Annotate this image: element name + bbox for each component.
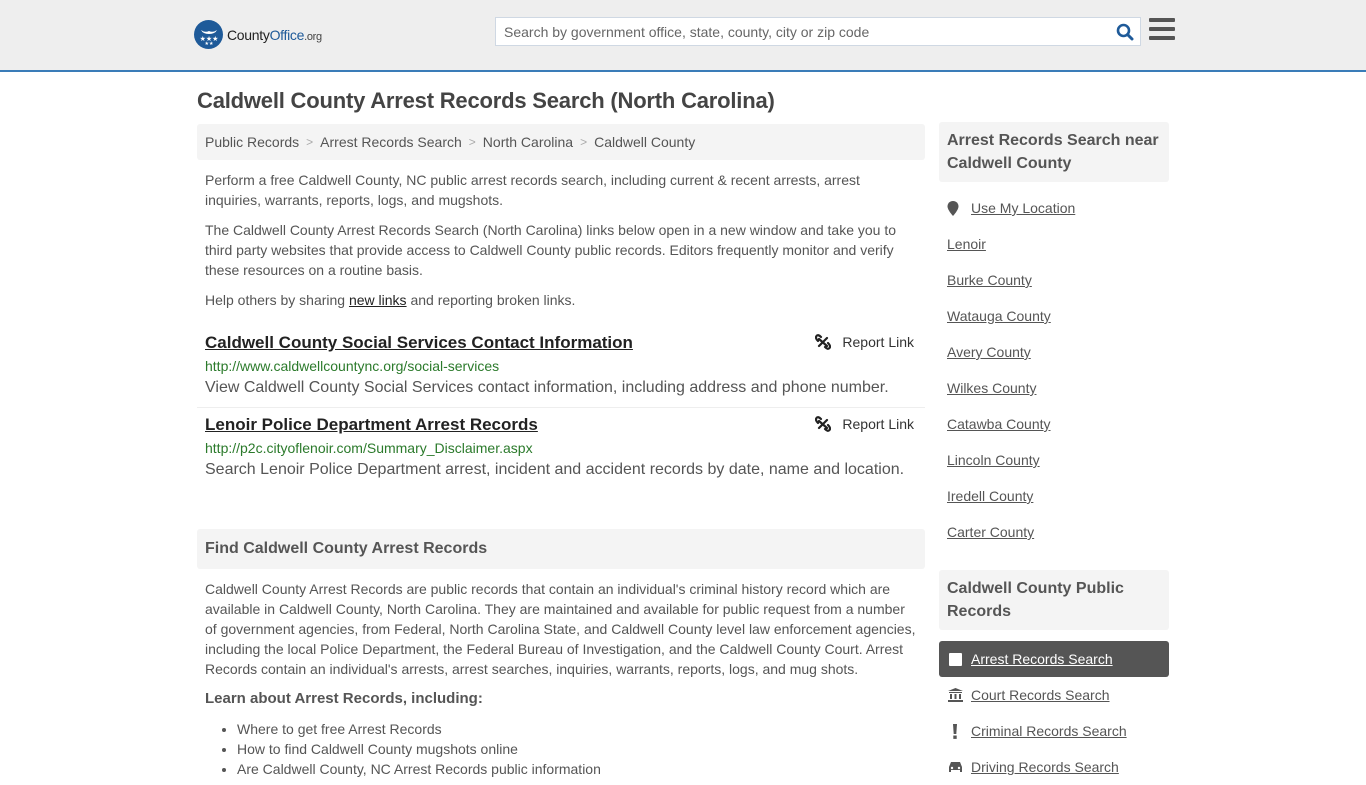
use-my-location-item: Use My Location bbox=[947, 190, 1161, 226]
nav-item-driving-records[interactable]: Driving Records Search bbox=[939, 749, 1169, 785]
nearby-item: Burke County bbox=[947, 262, 1161, 298]
report-link-button[interactable]: Report Link bbox=[815, 334, 914, 350]
learn-item: Where to get free Arrest Records bbox=[237, 719, 925, 739]
breadcrumb-public-records[interactable]: Public Records bbox=[205, 134, 299, 150]
chevron-right-icon: > bbox=[468, 135, 476, 149]
find-records-body: Caldwell County Arrest Records are publi… bbox=[205, 581, 916, 677]
site-logo[interactable]: ★★★ ★★ CountyOffice.org bbox=[194, 20, 322, 49]
nearby-item: Lincoln County bbox=[947, 442, 1161, 478]
nearby-item: Lenoir bbox=[947, 226, 1161, 262]
car-icon bbox=[947, 761, 963, 774]
nearby-list: Use My Location Lenoir Burke County Wata… bbox=[939, 190, 1169, 550]
report-link-button[interactable]: Report Link bbox=[815, 416, 914, 432]
site-header: ★★★ ★★ CountyOffice.org bbox=[0, 0, 1366, 72]
nav-item-court-records[interactable]: Court Records Search bbox=[939, 677, 1169, 713]
learn-item: How to find Caldwell County mugshots onl… bbox=[237, 739, 925, 759]
nearby-item: Carter County bbox=[947, 514, 1161, 550]
nearby-item: Iredell County bbox=[947, 478, 1161, 514]
intro-paragraph-3: Help others by sharing new links and rep… bbox=[205, 292, 576, 308]
chevron-right-icon: > bbox=[580, 135, 588, 149]
intro-text: Perform a free Caldwell County, NC publi… bbox=[197, 170, 925, 310]
intro-paragraph-1: Perform a free Caldwell County, NC publi… bbox=[205, 172, 860, 208]
broken-link-icon bbox=[815, 416, 832, 432]
svg-text:★★: ★★ bbox=[204, 41, 213, 46]
nearby-heading: Arrest Records Search near Caldwell Coun… bbox=[939, 122, 1169, 182]
result-title-link[interactable]: Lenoir Police Department Arrest Records bbox=[205, 414, 538, 436]
broken-link-icon bbox=[815, 334, 832, 350]
nearby-link-avery-county[interactable]: Avery County bbox=[947, 344, 1031, 360]
search-input[interactable] bbox=[496, 18, 1110, 45]
learn-item: Are Caldwell County, NC Arrest Records p… bbox=[237, 759, 925, 779]
breadcrumb-caldwell-county[interactable]: Caldwell County bbox=[594, 134, 695, 150]
nearby-link-carter-county[interactable]: Carter County bbox=[947, 524, 1034, 540]
find-records-heading: Find Caldwell County Arrest Records bbox=[197, 529, 925, 569]
nearby-item: Catawba County bbox=[947, 406, 1161, 442]
page-title: Caldwell County Arrest Records Search (N… bbox=[197, 88, 775, 113]
result-item: Lenoir Police Department Arrest Records … bbox=[197, 408, 925, 489]
breadcrumb-north-carolina[interactable]: North Carolina bbox=[483, 134, 573, 150]
result-url: http://www.caldwellcountync.org/social-s… bbox=[205, 358, 500, 374]
search-button[interactable] bbox=[1110, 18, 1140, 45]
nearby-link-lincoln-county[interactable]: Lincoln County bbox=[947, 452, 1040, 468]
nearby-item: Watauga County bbox=[947, 298, 1161, 334]
nearby-link-watauga-county[interactable]: Watauga County bbox=[947, 308, 1051, 324]
search-box bbox=[495, 17, 1141, 46]
new-links-link[interactable]: new links bbox=[349, 292, 407, 308]
breadcrumb-arrest-records-search[interactable]: Arrest Records Search bbox=[320, 134, 462, 150]
public-records-nav: Arrest Records Search Court Records Sear… bbox=[939, 641, 1169, 785]
map-marker-icon bbox=[947, 200, 963, 216]
result-item: Caldwell County Social Services Contact … bbox=[197, 326, 925, 408]
logo-text: CountyOffice.org bbox=[227, 26, 322, 43]
result-title-link[interactable]: Caldwell County Social Services Contact … bbox=[205, 332, 633, 354]
nearby-item: Wilkes County bbox=[947, 370, 1161, 406]
result-description: View Caldwell County Social Services con… bbox=[205, 379, 889, 396]
hamburger-menu-button[interactable] bbox=[1149, 18, 1175, 42]
breadcrumb: Public Records > Arrest Records Search >… bbox=[197, 124, 925, 160]
result-description: Search Lenoir Police Department arrest, … bbox=[205, 461, 905, 478]
exclamation-icon bbox=[947, 723, 963, 739]
search-icon bbox=[1116, 23, 1134, 40]
eagle-stars-icon: ★★★ ★★ bbox=[194, 20, 223, 49]
learn-about-list: Where to get free Arrest Records How to … bbox=[197, 719, 925, 779]
sidebar: Arrest Records Search near Caldwell Coun… bbox=[939, 122, 1169, 785]
nav-item-arrest-records[interactable]: Arrest Records Search bbox=[939, 641, 1169, 677]
courthouse-icon bbox=[947, 688, 963, 702]
nearby-item: Avery County bbox=[947, 334, 1161, 370]
learn-about-heading: Learn about Arrest Records, including: bbox=[205, 690, 483, 707]
use-my-location-link[interactable]: Use My Location bbox=[971, 200, 1075, 216]
nearby-link-burke-county[interactable]: Burke County bbox=[947, 272, 1032, 288]
nearby-link-iredell-county[interactable]: Iredell County bbox=[947, 488, 1033, 504]
nearby-link-wilkes-county[interactable]: Wilkes County bbox=[947, 380, 1036, 396]
intro-paragraph-2: The Caldwell County Arrest Records Searc… bbox=[205, 222, 897, 278]
chevron-right-icon: > bbox=[306, 135, 314, 149]
nearby-link-catawba-county[interactable]: Catawba County bbox=[947, 416, 1051, 432]
public-records-heading: Caldwell County Public Records bbox=[939, 570, 1169, 630]
nav-item-criminal-records[interactable]: Criminal Records Search bbox=[939, 713, 1169, 749]
square-icon bbox=[947, 652, 963, 666]
nearby-link-lenoir[interactable]: Lenoir bbox=[947, 236, 986, 252]
main-content: Public Records > Arrest Records Search >… bbox=[197, 124, 925, 779]
result-url: http://p2c.cityoflenoir.com/Summary_Disc… bbox=[205, 440, 533, 456]
